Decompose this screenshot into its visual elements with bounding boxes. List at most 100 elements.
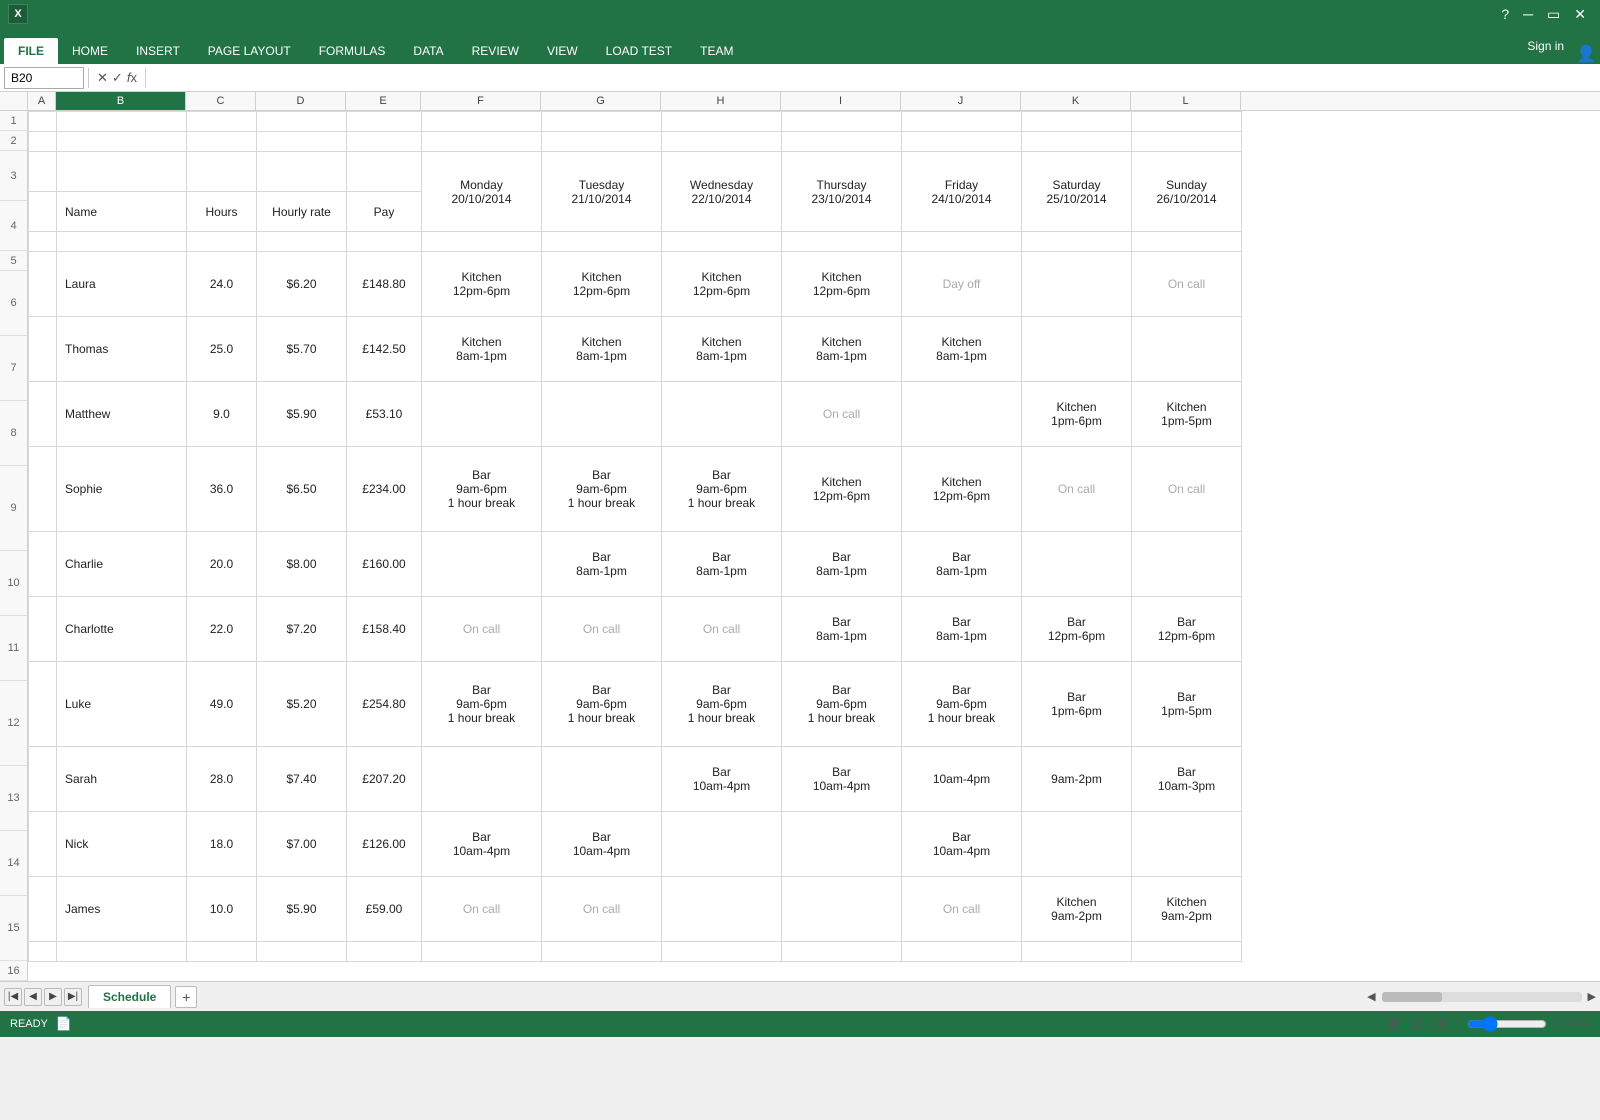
r3-day6[interactable]: Sunday26/10/2014 [1132, 152, 1242, 232]
name-box[interactable]: B20 [4, 67, 84, 89]
r5-c11[interactable] [1132, 232, 1242, 252]
zoom-out-icon[interactable]: − [1457, 1018, 1463, 1030]
emp7-pay[interactable]: £207.20 [347, 747, 422, 812]
zoom-in-icon[interactable]: + [1551, 1018, 1557, 1030]
r5-c10[interactable] [1022, 232, 1132, 252]
emp9-hours[interactable]: 10.0 [187, 877, 257, 942]
emp5-mon[interactable]: On call [422, 597, 542, 662]
emp7-mon[interactable] [422, 747, 542, 812]
r16-c3[interactable] [257, 942, 347, 962]
r2-c8[interactable] [782, 132, 902, 152]
emp3-rate[interactable]: $6.50 [257, 447, 347, 532]
emp4-hours[interactable]: 20.0 [187, 532, 257, 597]
r5-c6[interactable] [542, 232, 662, 252]
emp7-rate[interactable]: $7.40 [257, 747, 347, 812]
r2-c7[interactable] [662, 132, 782, 152]
col-header-h[interactable]: H [661, 92, 781, 110]
emp2-pay[interactable]: £53.10 [347, 382, 422, 447]
emp8-wed[interactable] [662, 812, 782, 877]
r16-c5[interactable] [422, 942, 542, 962]
sheet-tab-schedule[interactable]: Schedule [88, 985, 171, 1008]
r4-pay[interactable]: Pay [347, 192, 422, 232]
emp8-a[interactable] [29, 812, 57, 877]
r4-a[interactable] [29, 192, 57, 232]
emp3-sun[interactable]: On call [1132, 447, 1242, 532]
emp6-wed[interactable]: Bar9am-6pm1 hour break [662, 662, 782, 747]
emp2-hours[interactable]: 9.0 [187, 382, 257, 447]
sign-in-button[interactable]: Sign in [1519, 35, 1572, 57]
minimize-button[interactable]: ─ [1517, 6, 1539, 23]
col-header-f[interactable]: F [421, 92, 541, 110]
confirm-formula-icon[interactable]: ✓ [112, 70, 123, 86]
emp1-rate[interactable]: $5.70 [257, 317, 347, 382]
r3-day1[interactable]: Tuesday21/10/2014 [542, 152, 662, 232]
emp3-a[interactable] [29, 447, 57, 532]
emp1-sat[interactable] [1022, 317, 1132, 382]
col-header-d[interactable]: D [256, 92, 346, 110]
emp3-tue[interactable]: Bar9am-6pm1 hour break [542, 447, 662, 532]
emp9-thu[interactable] [782, 877, 902, 942]
r1-c8[interactable] [782, 112, 902, 132]
emp2-name[interactable]: Matthew [57, 382, 187, 447]
page-break-button[interactable]: ⊞ [1431, 1014, 1451, 1034]
r16-c11[interactable] [1132, 942, 1242, 962]
tab-view[interactable]: VIEW [533, 38, 592, 64]
title-bar-controls[interactable]: ? ─ ▭ ✕ [1495, 6, 1592, 23]
emp5-name[interactable]: Charlotte [57, 597, 187, 662]
r1-c6[interactable] [542, 112, 662, 132]
cancel-formula-icon[interactable]: ✕ [97, 70, 108, 86]
emp6-fri[interactable]: Bar9am-6pm1 hour break [902, 662, 1022, 747]
col-header-g[interactable]: G [541, 92, 661, 110]
emp2-wed[interactable] [662, 382, 782, 447]
emp1-name[interactable]: Thomas [57, 317, 187, 382]
r3-c[interactable] [187, 152, 257, 192]
r3-day4[interactable]: Friday24/10/2014 [902, 152, 1022, 232]
emp5-fri[interactable]: Bar8am-1pm [902, 597, 1022, 662]
r2-c3[interactable] [257, 132, 347, 152]
col-header-c[interactable]: C [186, 92, 256, 110]
emp6-mon[interactable]: Bar9am-6pm1 hour break [422, 662, 542, 747]
emp2-sat[interactable]: Kitchen1pm-6pm [1022, 382, 1132, 447]
r3-day3[interactable]: Thursday23/10/2014 [782, 152, 902, 232]
emp7-tue[interactable] [542, 747, 662, 812]
emp5-sun[interactable]: Bar12pm-6pm [1132, 597, 1242, 662]
emp6-rate[interactable]: $5.20 [257, 662, 347, 747]
emp4-sun[interactable] [1132, 532, 1242, 597]
r3-a[interactable] [29, 152, 57, 192]
emp0-hours[interactable]: 24.0 [187, 252, 257, 317]
emp8-fri[interactable]: Bar10am-4pm [902, 812, 1022, 877]
emp4-sat[interactable] [1022, 532, 1132, 597]
restore-button[interactable]: ▭ [1541, 6, 1566, 23]
emp9-fri[interactable]: On call [902, 877, 1022, 942]
r5-c4[interactable] [347, 232, 422, 252]
emp8-thu[interactable] [782, 812, 902, 877]
add-sheet-button[interactable]: + [175, 986, 197, 1008]
emp4-name[interactable]: Charlie [57, 532, 187, 597]
emp8-name[interactable]: Nick [57, 812, 187, 877]
emp1-pay[interactable]: £142.50 [347, 317, 422, 382]
emp6-hours[interactable]: 49.0 [187, 662, 257, 747]
r1-c1[interactable] [57, 112, 187, 132]
r3-day5[interactable]: Saturday25/10/2014 [1022, 152, 1132, 232]
r16-c2[interactable] [187, 942, 257, 962]
r16-c7[interactable] [662, 942, 782, 962]
tab-data[interactable]: DATA [399, 38, 457, 64]
emp0-pay[interactable]: £148.80 [347, 252, 422, 317]
r5-c7[interactable] [662, 232, 782, 252]
r1-c0[interactable] [29, 112, 57, 132]
emp1-thu[interactable]: Kitchen8am-1pm [782, 317, 902, 382]
r1-c11[interactable] [1132, 112, 1242, 132]
emp0-a[interactable] [29, 252, 57, 317]
tab-file[interactable]: FILE [4, 38, 58, 64]
emp7-thu[interactable]: Bar10am-4pm [782, 747, 902, 812]
emp1-a[interactable] [29, 317, 57, 382]
emp0-wed[interactable]: Kitchen12pm-6pm [662, 252, 782, 317]
emp6-name[interactable]: Luke [57, 662, 187, 747]
insert-function-icon[interactable]: fx [127, 70, 137, 85]
emp1-mon[interactable]: Kitchen8am-1pm [422, 317, 542, 382]
emp6-tue[interactable]: Bar9am-6pm1 hour break [542, 662, 662, 747]
emp4-thu[interactable]: Bar8am-1pm [782, 532, 902, 597]
r2-c10[interactable] [1022, 132, 1132, 152]
emp0-sat[interactable] [1022, 252, 1132, 317]
emp0-rate[interactable]: $6.20 [257, 252, 347, 317]
